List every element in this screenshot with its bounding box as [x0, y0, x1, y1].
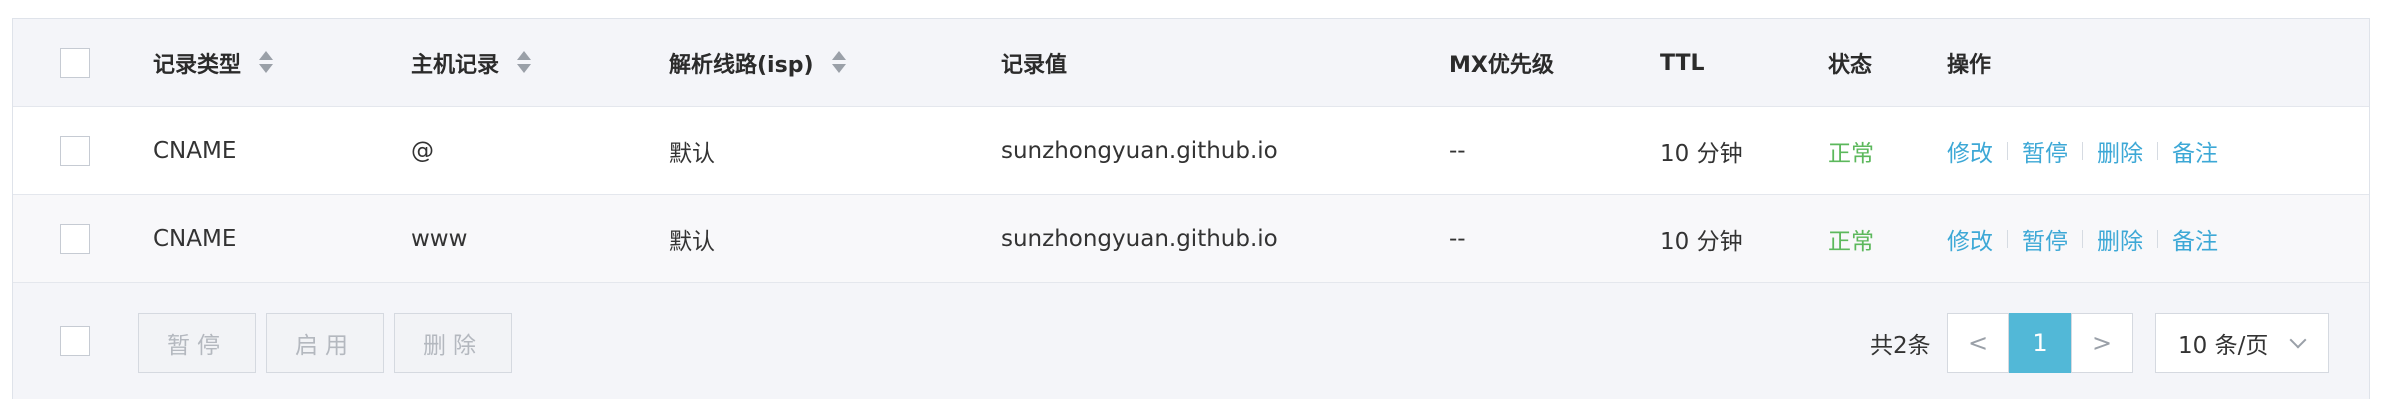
divider — [2082, 142, 2083, 160]
delete-link[interactable]: 删除 — [2097, 134, 2143, 168]
row-checkbox[interactable] — [60, 224, 90, 254]
cell-value: sunzhongyuan.github.io — [1001, 138, 1278, 164]
chevron-right-icon: > — [2091, 329, 2113, 357]
edit-link[interactable]: 修改 — [1947, 222, 1993, 256]
prev-page-button[interactable]: < — [1947, 313, 2009, 373]
cell-mx: -- — [1449, 226, 1466, 252]
delete-link[interactable]: 删除 — [2097, 222, 2143, 256]
select-all-checkbox[interactable] — [60, 48, 90, 78]
cell-record-type: CNAME — [153, 226, 237, 252]
page-size-select[interactable]: 10 条/页 — [2155, 313, 2329, 373]
cell-ttl: 10 分钟 — [1660, 141, 1743, 167]
cell-ttl: 10 分钟 — [1660, 229, 1743, 255]
divider — [2007, 142, 2008, 160]
table-header: 记录类型 主机记录 解析线路(isp) 记录值 MX优先级 TTL 状态 操作 — [13, 19, 2369, 107]
header-status: 状态 — [1828, 53, 1873, 78]
header-line[interactable]: 解析线路(isp) — [669, 19, 846, 107]
sort-icon[interactable] — [831, 49, 846, 77]
divider — [2007, 230, 2008, 248]
divider — [2157, 142, 2158, 160]
header-record-type-label: 记录类型 — [153, 53, 242, 78]
header-line-label: 解析线路(isp) — [669, 53, 814, 78]
row-actions: 修改 暂停 删除 备注 — [1947, 195, 2218, 283]
pause-link[interactable]: 暂停 — [2022, 222, 2068, 256]
table-row: CNAME www 默认 sunzhongyuan.github.io -- 1… — [13, 195, 2369, 283]
divider — [2157, 230, 2158, 248]
table-row: CNAME @ 默认 sunzhongyuan.github.io -- 10 … — [13, 107, 2369, 195]
bulk-delete-button[interactable]: 删除 — [394, 313, 512, 373]
cell-value: sunzhongyuan.github.io — [1001, 226, 1278, 252]
header-record-type[interactable]: 记录类型 — [153, 19, 274, 107]
status-badge: 正常 — [1828, 229, 1874, 255]
header-actions: 操作 — [1947, 53, 1992, 78]
cell-line: 默认 — [669, 229, 715, 255]
edit-link[interactable]: 修改 — [1947, 134, 1993, 168]
cell-host: @ — [411, 138, 434, 164]
total-count: 共2条 — [1870, 333, 1931, 359]
pause-link[interactable]: 暂停 — [2022, 134, 2068, 168]
header-value: 记录值 — [1001, 53, 1068, 78]
page-size-label: 10 条/页 — [2178, 333, 2269, 359]
sort-icon[interactable] — [517, 49, 532, 77]
footer-select-all-checkbox[interactable] — [60, 326, 90, 356]
header-host-label: 主机记录 — [411, 53, 500, 78]
header-ttl: TTL — [1660, 50, 1705, 76]
cell-mx: -- — [1449, 138, 1466, 164]
divider — [2082, 230, 2083, 248]
cell-record-type: CNAME — [153, 138, 237, 164]
sort-icon[interactable] — [259, 49, 274, 77]
bulk-pause-button[interactable]: 暂停 — [138, 313, 256, 373]
cell-host: www — [411, 226, 468, 252]
chevron-down-icon — [2289, 331, 2307, 349]
note-link[interactable]: 备注 — [2172, 134, 2218, 168]
page-1-button[interactable]: 1 — [2009, 313, 2071, 373]
header-host[interactable]: 主机记录 — [411, 19, 532, 107]
row-checkbox[interactable] — [60, 136, 90, 166]
table-footer: 暂停 启用 删除 共2条 < 1 > 10 条/页 — [13, 283, 2369, 399]
status-badge: 正常 — [1828, 141, 1874, 167]
header-mx: MX优先级 — [1449, 53, 1554, 78]
row-actions: 修改 暂停 删除 备注 — [1947, 107, 2218, 195]
note-link[interactable]: 备注 — [2172, 222, 2218, 256]
cell-line: 默认 — [669, 141, 715, 167]
dns-records-table: 记录类型 主机记录 解析线路(isp) 记录值 MX优先级 TTL 状态 操作 … — [12, 18, 2370, 399]
chevron-left-icon: < — [1967, 329, 1989, 357]
next-page-button[interactable]: > — [2071, 313, 2133, 373]
bulk-enable-button[interactable]: 启用 — [266, 313, 384, 373]
